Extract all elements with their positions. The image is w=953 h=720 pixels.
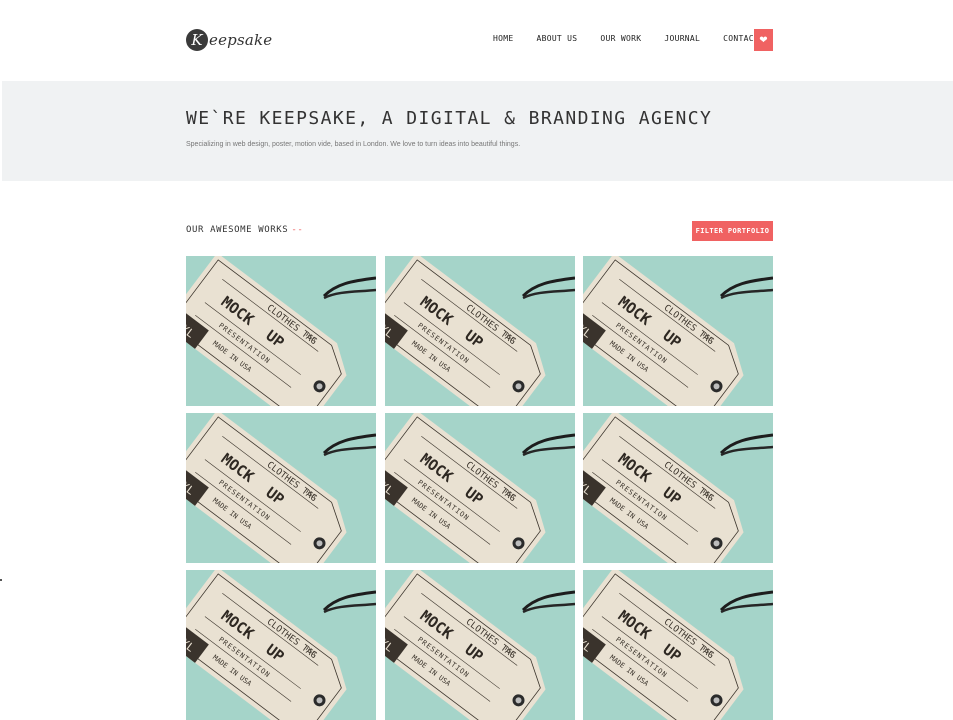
nav-home[interactable]: HOME bbox=[493, 34, 513, 43]
portfolio-item[interactable]: PSD CLOTHES TAG MOCK UP PRESENTATION MADE IN … bbox=[583, 256, 773, 406]
hero-banner: WE`RE KEEPSAKE, A DIGITAL & BRANDING AGE… bbox=[2, 81, 953, 181]
mockup-image: PSDCLOTHES TAGMOCKUPPRESENTATIONMADE IN … bbox=[385, 570, 575, 720]
portfolio-item[interactable]: PSD CLOTHES TAG MOCK UP PRESENTATION MADE IN … bbox=[186, 413, 376, 563]
mockup-image: PSDCLOTHES TAGMOCKUPPRESENTATIONMADE IN … bbox=[583, 570, 773, 720]
mockup-image: PSDCLOTHES TAGMOCKUPPRESENTATIONMADE IN … bbox=[186, 570, 376, 720]
stray-dot bbox=[0, 579, 2, 581]
logo-mark: K bbox=[186, 29, 208, 51]
portfolio-item[interactable]: PSD CLOTHES TAG MOCK UP PRESENTATION MADE IN … bbox=[385, 570, 575, 720]
heart-icon: ❤ bbox=[759, 34, 768, 46]
nav-about-us[interactable]: ABOUT US bbox=[536, 34, 577, 43]
mockup-image: PSDCLOTHES TAGMOCKUPPRESENTATIONMADE IN … bbox=[385, 413, 575, 563]
portfolio-item[interactable]: PSD CLOTHES TAG MOCK UP PRESENTATION MADE IN … bbox=[583, 413, 773, 563]
mockup-image: PSDCLOTHES TAGMOCKUPPRESENTATIONMADE IN … bbox=[186, 256, 376, 406]
main-nav: HOME ABOUT US OUR WORK JOURNAL CONTACT bbox=[493, 34, 759, 43]
mockup-image: PSDCLOTHES TAGMOCKUPPRESENTATIONMADE IN … bbox=[385, 256, 575, 406]
nav-journal[interactable]: JOURNAL bbox=[664, 34, 700, 43]
mockup-image: PSDCLOTHES TAGMOCKUPPRESENTATIONMADE IN … bbox=[583, 413, 773, 563]
works-section-title: OUR AWESOME WORKS -- bbox=[186, 225, 303, 235]
portfolio-item[interactable]: PSD CLOTHES TAG MOCK UP PRESENTATION MADE IN … bbox=[583, 570, 773, 720]
mockup-image: PSDCLOTHES TAGMOCKUPPRESENTATIONMADE IN … bbox=[186, 413, 376, 563]
title-accent-dashes: -- bbox=[291, 225, 304, 235]
logo[interactable]: K eepsake bbox=[186, 29, 272, 51]
mockup-image: PSDCLOTHES TAGMOCKUPPRESENTATIONMADE IN … bbox=[583, 256, 773, 406]
portfolio-item[interactable]: PSD CLOTHES TAG MOCK UP PRESENTATION MADE IN … bbox=[186, 570, 376, 720]
favorites-button[interactable]: ❤ bbox=[754, 29, 773, 51]
works-title-text: OUR AWESOME WORKS bbox=[186, 225, 289, 235]
nav-our-work[interactable]: OUR WORK bbox=[600, 34, 641, 43]
portfolio-item[interactable]: PSD CLOTHES TAG MOCK UP PRESENTATION MADE IN … bbox=[385, 413, 575, 563]
filter-portfolio-button[interactable]: FILTER PORTFOLIO bbox=[692, 221, 773, 241]
portfolio-grid: PSD CLOTHES TAG MOCK UP PRESENTATION MADE IN … bbox=[186, 256, 773, 720]
portfolio-item[interactable]: PSD CLOTHES TAG MOCK UP PRESENTATION MADE IN … bbox=[186, 256, 376, 406]
logo-text: eepsake bbox=[209, 31, 273, 49]
hero-title: WE`RE KEEPSAKE, A DIGITAL & BRANDING AGE… bbox=[186, 108, 713, 129]
site-header: K eepsake HOME ABOUT US OUR WORK JOURNAL… bbox=[0, 0, 953, 80]
portfolio-item[interactable]: PSD CLOTHES TAG MOCK UP PRESENTATION MADE IN … bbox=[385, 256, 575, 406]
hero-subtitle: Specializing in web design, poster, moti… bbox=[186, 141, 521, 148]
